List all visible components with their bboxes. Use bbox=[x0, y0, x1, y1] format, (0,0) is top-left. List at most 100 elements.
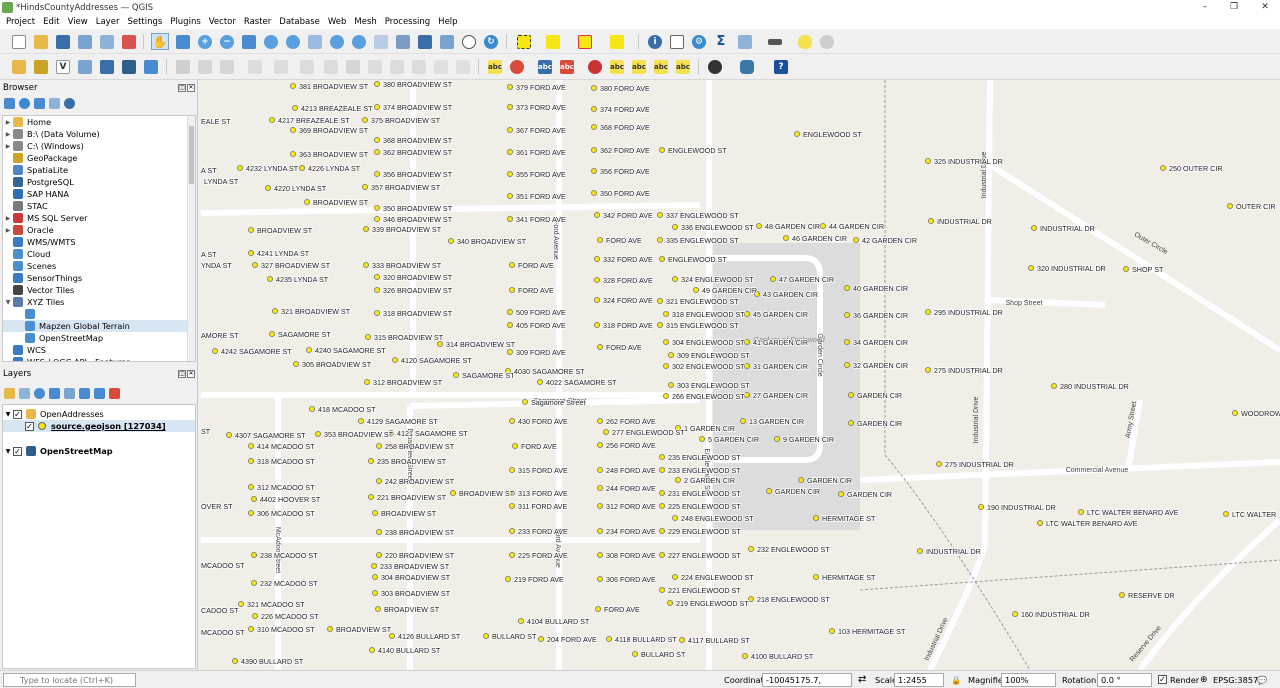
pan-tool-button[interactable]: ✋ bbox=[151, 33, 169, 50]
rotation-spin[interactable]: 0.0 ° bbox=[1097, 673, 1152, 687]
browser-item[interactable]: Cloud bbox=[3, 248, 195, 260]
python-console-button[interactable] bbox=[738, 58, 756, 75]
browser-item[interactable]: WCS bbox=[3, 344, 195, 356]
zoom-in-button[interactable]: + bbox=[196, 33, 214, 50]
new-project-button[interactable] bbox=[10, 33, 28, 50]
expand-arrow-icon[interactable]: ▶ bbox=[3, 227, 13, 234]
label-rotate-button[interactable]: abc bbox=[608, 58, 626, 75]
select-location-button[interactable] bbox=[608, 33, 626, 50]
browser-item[interactable]: SensorThings bbox=[3, 272, 195, 284]
save-edits-button[interactable] bbox=[218, 58, 236, 75]
redo-button[interactable] bbox=[454, 58, 472, 75]
label-unpin-button[interactable]: abc bbox=[674, 58, 692, 75]
select-features-button[interactable] bbox=[515, 33, 533, 50]
menu-view[interactable]: View bbox=[64, 15, 92, 29]
layer-row-source[interactable]: ✓ source.geojson [127034] bbox=[3, 420, 195, 432]
collapse-icon[interactable] bbox=[49, 97, 60, 109]
browser-item[interactable]: ▶ C:\ (Windows) bbox=[3, 140, 195, 152]
new-virtual-layer-button[interactable] bbox=[76, 58, 94, 75]
zoom-selection-button[interactable] bbox=[262, 33, 280, 50]
copy-button[interactable] bbox=[388, 58, 406, 75]
zoom-next-button[interactable] bbox=[350, 33, 368, 50]
measure-button[interactable] bbox=[766, 33, 784, 50]
scroll-thumb[interactable] bbox=[189, 126, 194, 184]
vertex-tool-button[interactable] bbox=[272, 58, 290, 75]
layer-checkbox[interactable]: ✓ bbox=[13, 446, 22, 456]
expression-icon[interactable] bbox=[64, 387, 75, 399]
new-geopackage-button[interactable] bbox=[32, 58, 50, 75]
annotation-button[interactable] bbox=[796, 33, 814, 50]
browser-item[interactable]: ▶ Oracle bbox=[3, 224, 195, 236]
minimize-button[interactable]: – bbox=[1190, 0, 1220, 15]
add-layer-icon[interactable] bbox=[4, 97, 15, 109]
add-raster-button[interactable] bbox=[120, 58, 138, 75]
toggle-editing-button[interactable] bbox=[196, 58, 214, 75]
float-panel-icon[interactable]: ◫ bbox=[178, 84, 186, 92]
menu-help[interactable]: Help bbox=[434, 15, 461, 29]
cut-button[interactable] bbox=[366, 58, 384, 75]
expand-arrow-icon[interactable]: ▶ bbox=[3, 215, 13, 222]
undo-button[interactable] bbox=[432, 58, 450, 75]
close-panel-icon[interactable]: ✕ bbox=[187, 370, 195, 378]
statistics-button[interactable]: Σ bbox=[712, 33, 730, 50]
label-show-hide-button[interactable]: abc bbox=[558, 58, 576, 75]
expand-arrow-icon[interactable]: ▶ bbox=[3, 131, 13, 138]
browser-item[interactable]: SpatiaLite bbox=[3, 164, 195, 176]
identify-button[interactable]: i bbox=[646, 33, 664, 50]
collapse-icon[interactable] bbox=[94, 387, 105, 399]
browser-item[interactable]: Vector Tiles bbox=[3, 284, 195, 296]
expand-arrow-icon[interactable]: ▼ bbox=[3, 448, 13, 455]
zoom-last-button[interactable] bbox=[328, 33, 346, 50]
render-checkbox[interactable]: ✓ bbox=[1158, 675, 1167, 684]
menu-processing[interactable]: Processing bbox=[381, 15, 434, 29]
open-project-button[interactable] bbox=[32, 33, 50, 50]
expand-arrow-icon[interactable]: ▼ bbox=[3, 299, 13, 306]
menu-project[interactable]: Project bbox=[2, 15, 39, 29]
expand-arrow-icon[interactable]: ▼ bbox=[3, 411, 13, 418]
label-change-button[interactable]: abc bbox=[652, 58, 670, 75]
menu-vector[interactable]: Vector bbox=[205, 15, 240, 29]
layer-group-row[interactable]: ▼ ✓ OpenAddresses bbox=[3, 408, 195, 420]
move-feature-button[interactable] bbox=[322, 58, 340, 75]
style-manager-button[interactable] bbox=[120, 33, 138, 50]
modify-attributes-button[interactable] bbox=[298, 58, 316, 75]
attribute-table-button[interactable] bbox=[668, 33, 686, 50]
map-canvas[interactable]: Shop Street Commercial Avenue Sagamore Str… bbox=[201, 80, 1280, 670]
layer-row-osm[interactable]: ▼ ✓ OpenStreetMap bbox=[3, 445, 195, 457]
browser-scrollbar[interactable] bbox=[187, 116, 195, 361]
zoom-native-button[interactable] bbox=[306, 33, 324, 50]
data-source-manager-button[interactable] bbox=[10, 58, 28, 75]
group-checkbox[interactable]: ✓ bbox=[13, 409, 22, 419]
help-button[interactable]: ? bbox=[772, 58, 790, 75]
spatial-bookmark-button[interactable] bbox=[416, 33, 434, 50]
new-temp-layer-button[interactable] bbox=[98, 58, 116, 75]
browser-item[interactable]: ▶ Home bbox=[3, 116, 195, 128]
browser-item[interactable]: WFS / OGC API - Features bbox=[3, 356, 195, 361]
menu-plugins[interactable]: Plugins bbox=[166, 15, 204, 29]
map-svg[interactable]: Shop Street Commercial Avenue Sagamore Str… bbox=[201, 80, 1280, 670]
crs-globe-icon[interactable]: ⊕ bbox=[1200, 671, 1208, 688]
properties-icon[interactable] bbox=[64, 97, 75, 109]
browser-item[interactable]: ▼ XYZ Tiles bbox=[3, 296, 195, 308]
layer-checkbox[interactable]: ✓ bbox=[25, 421, 34, 431]
paste-button[interactable] bbox=[410, 58, 428, 75]
add-group-icon[interactable] bbox=[19, 387, 30, 399]
browser-item[interactable]: GeoPackage bbox=[3, 152, 195, 164]
show-bookmarks-button[interactable] bbox=[438, 33, 456, 50]
add-mesh-button[interactable] bbox=[142, 58, 160, 75]
new-shapefile-button[interactable]: V bbox=[54, 58, 72, 75]
scale-combo[interactable]: 1:2455 bbox=[894, 673, 944, 687]
menu-edit[interactable]: Edit bbox=[39, 15, 63, 29]
browser-item[interactable] bbox=[3, 308, 195, 320]
locator-input[interactable]: Type to locate (Ctrl+K) bbox=[3, 673, 136, 687]
browser-item[interactable]: STAC bbox=[3, 200, 195, 212]
style-icon[interactable] bbox=[4, 387, 15, 399]
menu-layer[interactable]: Layer bbox=[92, 15, 124, 29]
refresh-button[interactable]: ↻ bbox=[482, 33, 500, 50]
zoom-full-button[interactable] bbox=[240, 33, 258, 50]
magnifier-spin[interactable]: 100% bbox=[1001, 673, 1056, 687]
menu-mesh[interactable]: Mesh bbox=[350, 15, 380, 29]
expand-icon[interactable] bbox=[79, 387, 90, 399]
digitize-button[interactable] bbox=[246, 58, 264, 75]
extent-toggle-icon[interactable]: ⇄ bbox=[858, 671, 866, 688]
